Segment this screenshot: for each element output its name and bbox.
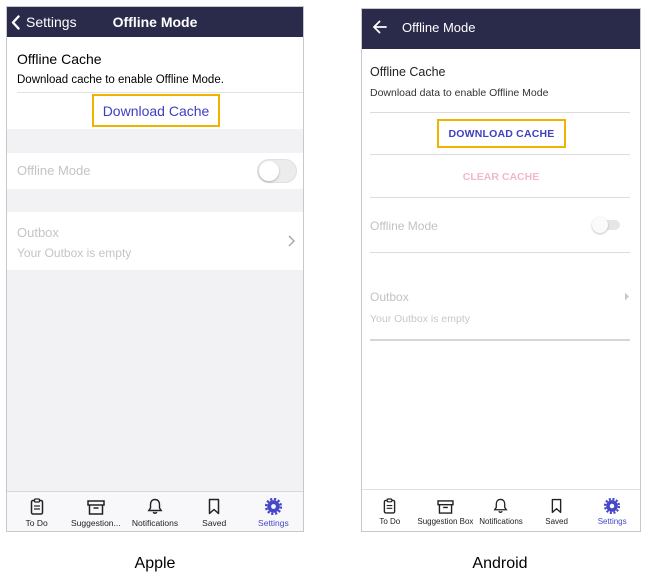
- bell-icon: [493, 498, 509, 513]
- divider: [17, 92, 303, 93]
- tab-todo[interactable]: To Do: [362, 490, 418, 531]
- android-header-bar: Offline Mode: [362, 9, 640, 49]
- bookmark-icon: [551, 498, 562, 514]
- tab-label: Saved: [202, 518, 227, 528]
- clear-cache-button[interactable]: CLEAR CACHE: [362, 171, 640, 183]
- offline-mode-label: Offline Mode: [370, 219, 438, 233]
- tab-label: Settings: [597, 517, 627, 526]
- outbox-row[interactable]: Outbox Your Outbox is empty: [7, 212, 303, 270]
- tab-saved[interactable]: Saved: [529, 490, 585, 531]
- outbox-subtitle: Your Outbox is empty: [17, 246, 132, 260]
- offline-mode-row: Offline Mode: [7, 153, 303, 189]
- offline-mode-label: Offline Mode: [17, 163, 91, 178]
- divider: [370, 112, 630, 113]
- archive-box-icon: [437, 500, 454, 514]
- apple-screen: Settings Offline Mode Offline Cache Down…: [6, 6, 304, 532]
- outbox-title[interactable]: Outbox: [370, 290, 409, 304]
- tab-notifications[interactable]: Notifications: [473, 490, 529, 531]
- tab-label: Saved: [545, 517, 568, 526]
- offline-mode-toggle[interactable]: [257, 159, 297, 183]
- apple-header-bar: Settings Offline Mode: [7, 7, 303, 37]
- outbox-subtitle: Your Outbox is empty: [370, 313, 470, 325]
- toggle-knob: [259, 161, 279, 181]
- clipboard-icon: [383, 498, 396, 514]
- download-cache-button[interactable]: DOWNLOAD CACHE: [437, 119, 566, 148]
- android-caption: Android: [472, 555, 528, 572]
- tab-saved[interactable]: Saved: [185, 492, 244, 531]
- tab-settings[interactable]: Settings: [584, 490, 640, 531]
- bell-icon: [147, 498, 163, 514]
- archive-box-icon: [87, 500, 105, 515]
- offline-cache-title: Offline Cache: [17, 51, 102, 67]
- android-screen: Offline Mode Offline Cache Download data…: [361, 8, 641, 532]
- divider: [370, 339, 630, 341]
- chevron-right-icon: [288, 235, 295, 247]
- tab-todo[interactable]: To Do: [7, 492, 66, 531]
- tab-label: Notifications: [479, 517, 523, 526]
- tab-notifications[interactable]: Notifications: [125, 492, 184, 531]
- offline-cache-description: Download data to enable Offline Mode: [370, 87, 549, 99]
- bottom-navigation: To Do Suggestion Box Notifications Saved…: [362, 489, 640, 531]
- bookmark-icon: [208, 498, 220, 515]
- offline-mode-switch[interactable]: [592, 217, 620, 233]
- gear-icon: [604, 498, 621, 514]
- tab-label: To Do: [25, 518, 48, 528]
- tab-bar: To Do Suggestion... Notifications Saved …: [7, 491, 303, 531]
- apple-caption: Apple: [134, 555, 176, 572]
- offline-cache-description: Download cache to enable Offline Mode.: [17, 74, 224, 86]
- chevron-right-icon: [625, 292, 629, 301]
- clipboard-icon: [30, 498, 43, 515]
- tab-suggestion-box[interactable]: Suggestion Box: [417, 490, 474, 531]
- offline-cache-title: Offline Cache: [370, 65, 446, 79]
- switch-knob: [592, 217, 608, 233]
- outbox-title: Outbox: [17, 225, 59, 240]
- tab-label: To Do: [379, 517, 401, 526]
- divider: [370, 154, 630, 155]
- divider: [370, 252, 630, 253]
- divider: [370, 197, 630, 198]
- download-cache-button[interactable]: Download Cache: [92, 94, 220, 127]
- tab-label: Suggestion...: [70, 518, 121, 528]
- tab-label: Settings: [258, 518, 289, 528]
- tab-label: Notifications: [131, 518, 179, 528]
- tab-suggestion-box[interactable]: Suggestion...: [66, 492, 125, 531]
- page-title: Offline Mode: [112, 14, 198, 30]
- tab-settings[interactable]: Settings: [244, 492, 303, 531]
- arrow-left-icon[interactable]: [372, 19, 388, 35]
- gear-icon: [264, 498, 282, 515]
- tab-label: Suggestion Box: [417, 517, 474, 526]
- page-title: Offline Mode: [402, 20, 476, 35]
